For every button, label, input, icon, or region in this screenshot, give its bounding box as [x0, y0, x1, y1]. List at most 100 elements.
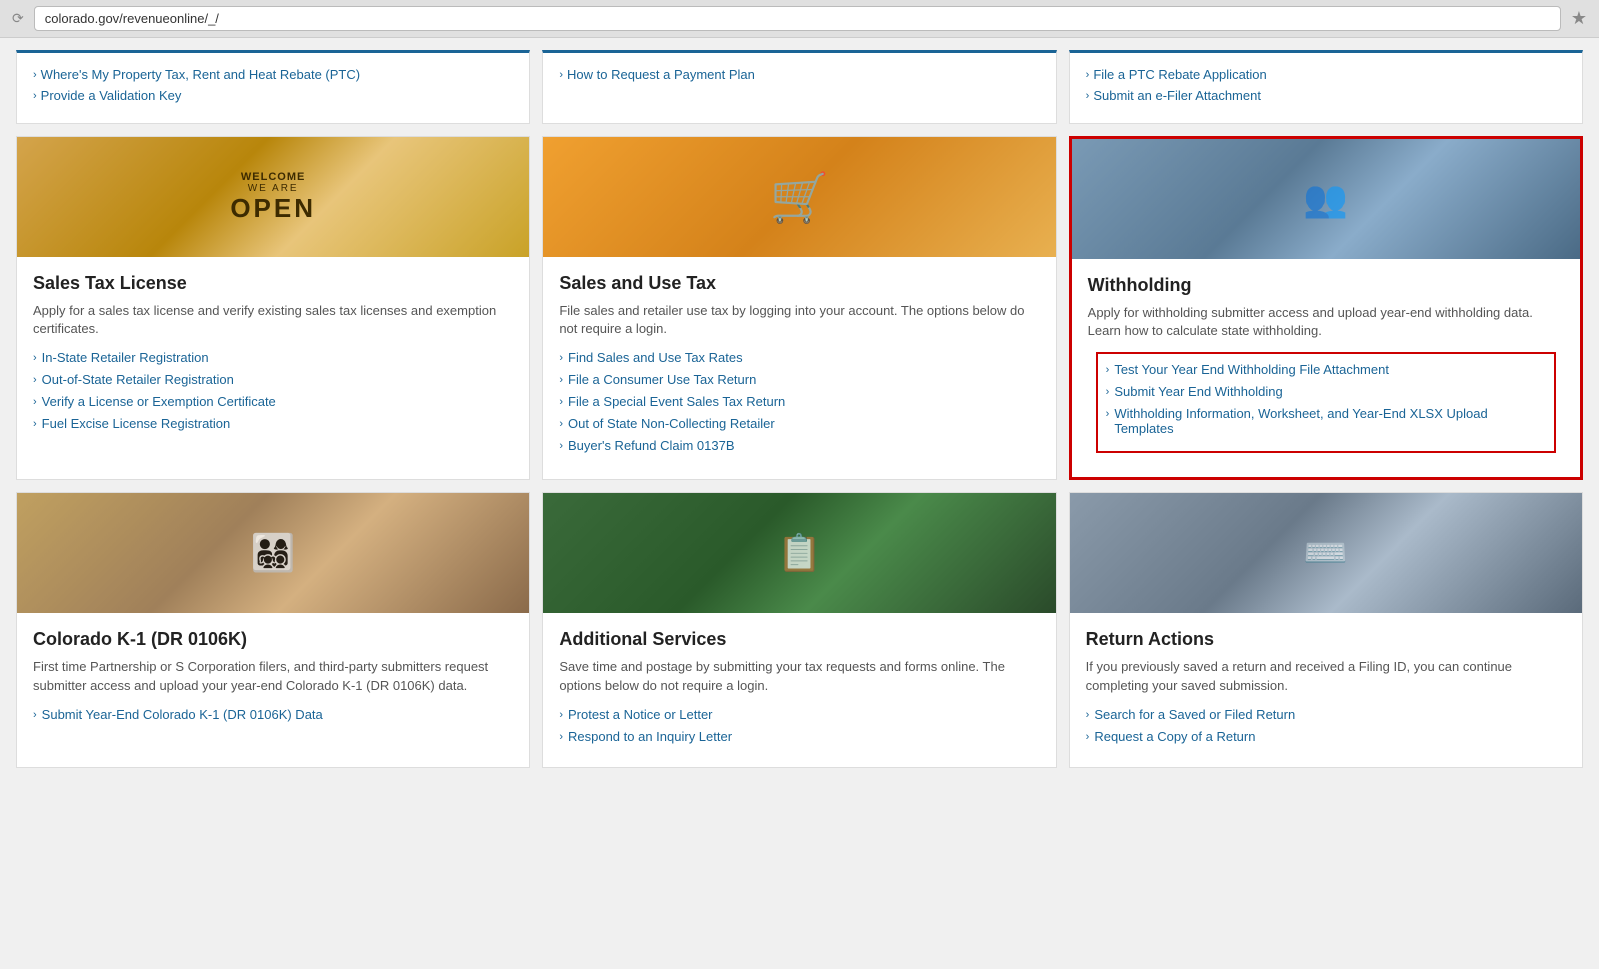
card-links-withholding: › Test Your Year End Withholding File At…: [1106, 362, 1546, 436]
list-item: › File a Special Event Sales Tax Return: [559, 394, 1039, 409]
link-protest-notice[interactable]: › Protest a Notice or Letter: [559, 707, 1039, 722]
list-item: › How to Request a Payment Plan: [559, 67, 1039, 82]
link-fuel-excise[interactable]: › Fuel Excise License Registration: [33, 416, 513, 431]
chevron-icon: ›: [1106, 364, 1110, 376]
link-request-copy[interactable]: › Request a Copy of a Return: [1086, 729, 1566, 744]
chevron-icon: ›: [33, 396, 37, 408]
card-title-return: Return Actions: [1086, 629, 1566, 650]
card-return-actions: ⌨️ Return Actions If you previously save…: [1069, 492, 1583, 767]
card-body-k1: Colorado K-1 (DR 0106K) First time Partn…: [17, 613, 529, 766]
cards-grid: WELCOME WE ARE OPEN Sales Tax License Ap…: [16, 136, 1583, 768]
link-noncollecting[interactable]: › Out of State Non-Collecting Retailer: [559, 416, 1039, 431]
chevron-icon: ›: [1106, 386, 1110, 398]
chevron-icon: ›: [1086, 731, 1090, 743]
link-buyers-refund[interactable]: › Buyer's Refund Claim 0137B: [559, 438, 1039, 453]
top-card-ptc-links: › Where's My Property Tax, Rent and Heat…: [33, 67, 513, 103]
chevron-icon: ›: [559, 418, 563, 430]
chevron-icon: ›: [33, 374, 37, 386]
link-respond-inquiry[interactable]: › Respond to an Inquiry Letter: [559, 729, 1039, 744]
chevron-icon: ›: [33, 418, 37, 430]
card-links-k1: › Submit Year-End Colorado K-1 (DR 0106K…: [33, 707, 513, 722]
link-efiler[interactable]: › Submit an e-Filer Attachment: [1086, 88, 1566, 103]
link-submit-k1[interactable]: › Submit Year-End Colorado K-1 (DR 0106K…: [33, 707, 513, 722]
list-item: › Search for a Saved or Filed Return: [1086, 707, 1566, 722]
card-body-return: Return Actions If you previously saved a…: [1070, 613, 1582, 766]
chevron-icon: ›: [33, 352, 37, 364]
card-image-keyboard: ⌨️: [1070, 493, 1582, 613]
link-property-tax[interactable]: › Where's My Property Tax, Rent and Heat…: [33, 67, 513, 82]
chevron-icon: ›: [559, 352, 563, 364]
list-item: › Provide a Validation Key: [33, 88, 513, 103]
link-withholding-info[interactable]: › Withholding Information, Worksheet, an…: [1106, 406, 1546, 436]
card-desc-withholding: Apply for withholding submitter access a…: [1088, 304, 1564, 340]
list-item: › Submit an e-Filer Attachment: [1086, 88, 1566, 103]
card-body-withholding: Withholding Apply for withholding submit…: [1072, 259, 1580, 477]
link-special-event[interactable]: › File a Special Event Sales Tax Return: [559, 394, 1039, 409]
chevron-icon: ›: [559, 374, 563, 386]
card-sales-tax-license: WELCOME WE ARE OPEN Sales Tax License Ap…: [16, 136, 530, 480]
bookmark-icon[interactable]: ★: [1571, 8, 1587, 29]
card-title-withholding: Withholding: [1088, 275, 1564, 296]
link-payment-plan[interactable]: › How to Request a Payment Plan: [559, 67, 1039, 82]
list-item: › Find Sales and Use Tax Rates: [559, 350, 1039, 365]
browser-bar: ⟳ colorado.gov/revenueonline/_/ ★: [0, 0, 1599, 38]
card-links-return: › Search for a Saved or Filed Return › R…: [1086, 707, 1566, 744]
top-card-payment: › How to Request a Payment Plan: [542, 50, 1056, 124]
chevron-icon: ›: [1106, 408, 1110, 420]
list-item: › Submit Year-End Colorado K-1 (DR 0106K…: [33, 707, 513, 722]
chevron-icon: ›: [559, 440, 563, 452]
link-submit-withholding[interactable]: › Submit Year End Withholding: [1106, 384, 1546, 399]
card-desc-return: If you previously saved a return and rec…: [1086, 658, 1566, 694]
link-instate-retailer[interactable]: › In-State Retailer Registration: [33, 350, 513, 365]
card-body-additional: Additional Services Save time and postag…: [543, 613, 1055, 766]
link-ptc-rebate[interactable]: › File a PTC Rebate Application: [1086, 67, 1566, 82]
list-item: › Verify a License or Exemption Certific…: [33, 394, 513, 409]
list-item: › Submit Year End Withholding: [1106, 384, 1546, 399]
list-item: › Where's My Property Tax, Rent and Heat…: [33, 67, 513, 82]
highlighted-links-box: › Test Your Year End Withholding File At…: [1096, 352, 1556, 453]
list-item: › Protest a Notice or Letter: [559, 707, 1039, 722]
card-image-office: 👥: [1072, 139, 1580, 259]
link-search-return[interactable]: › Search for a Saved or Filed Return: [1086, 707, 1566, 722]
card-links-sales-use: › Find Sales and Use Tax Rates › File a …: [559, 350, 1039, 453]
top-card-ptc-rebate: › File a PTC Rebate Application › Submit…: [1069, 50, 1583, 124]
card-desc-k1: First time Partnership or S Corporation …: [33, 658, 513, 694]
card-image-people: 👨‍👩‍👧‍👦: [17, 493, 529, 613]
card-title-sales-tax: Sales Tax License: [33, 273, 513, 294]
list-item: › Buyer's Refund Claim 0137B: [559, 438, 1039, 453]
top-card-ptc-rebate-links: › File a PTC Rebate Application › Submit…: [1086, 67, 1566, 103]
top-strip: › Where's My Property Tax, Rent and Heat…: [16, 50, 1583, 124]
top-card-payment-links: › How to Request a Payment Plan: [559, 67, 1039, 82]
link-validation-key[interactable]: › Provide a Validation Key: [33, 88, 513, 103]
card-sales-use-tax: 🛒 Sales and Use Tax File sales and retai…: [542, 136, 1056, 480]
top-card-ptc: › Where's My Property Tax, Rent and Heat…: [16, 50, 530, 124]
card-colorado-k1: 👨‍👩‍👧‍👦 Colorado K-1 (DR 0106K) First ti…: [16, 492, 530, 767]
link-find-rates[interactable]: › Find Sales and Use Tax Rates: [559, 350, 1039, 365]
list-item: › File a PTC Rebate Application: [1086, 67, 1566, 82]
card-title-additional: Additional Services: [559, 629, 1039, 650]
list-item: › Test Your Year End Withholding File At…: [1106, 362, 1546, 377]
chevron-icon: ›: [1086, 90, 1090, 102]
card-links-sales-tax: › In-State Retailer Registration › Out-o…: [33, 350, 513, 431]
url-bar[interactable]: colorado.gov/revenueonline/_/: [34, 6, 1561, 31]
chevron-icon: ›: [559, 396, 563, 408]
card-body-sales-use: Sales and Use Tax File sales and retaile…: [543, 257, 1055, 479]
chevron-icon: ›: [33, 709, 37, 721]
card-desc-sales-tax: Apply for a sales tax license and verify…: [33, 302, 513, 338]
card-image-cart: 🛒: [543, 137, 1055, 257]
link-verify-license[interactable]: › Verify a License or Exemption Certific…: [33, 394, 513, 409]
browser-nav-icon: ⟳: [12, 10, 24, 27]
chevron-icon: ›: [33, 69, 37, 81]
card-title-sales-use: Sales and Use Tax: [559, 273, 1039, 294]
chevron-icon: ›: [559, 69, 563, 81]
link-outofstate-retailer[interactable]: › Out-of-State Retailer Registration: [33, 372, 513, 387]
page-content: › Where's My Property Tax, Rent and Heat…: [0, 38, 1599, 780]
chevron-icon: ›: [559, 709, 563, 721]
list-item: › Out-of-State Retailer Registration: [33, 372, 513, 387]
list-item: › Respond to an Inquiry Letter: [559, 729, 1039, 744]
link-test-withholding[interactable]: › Test Your Year End Withholding File At…: [1106, 362, 1546, 377]
chevron-icon: ›: [33, 90, 37, 102]
link-consumer-use[interactable]: › File a Consumer Use Tax Return: [559, 372, 1039, 387]
chevron-icon: ›: [1086, 69, 1090, 81]
card-additional-services: 📋 Additional Services Save time and post…: [542, 492, 1056, 767]
